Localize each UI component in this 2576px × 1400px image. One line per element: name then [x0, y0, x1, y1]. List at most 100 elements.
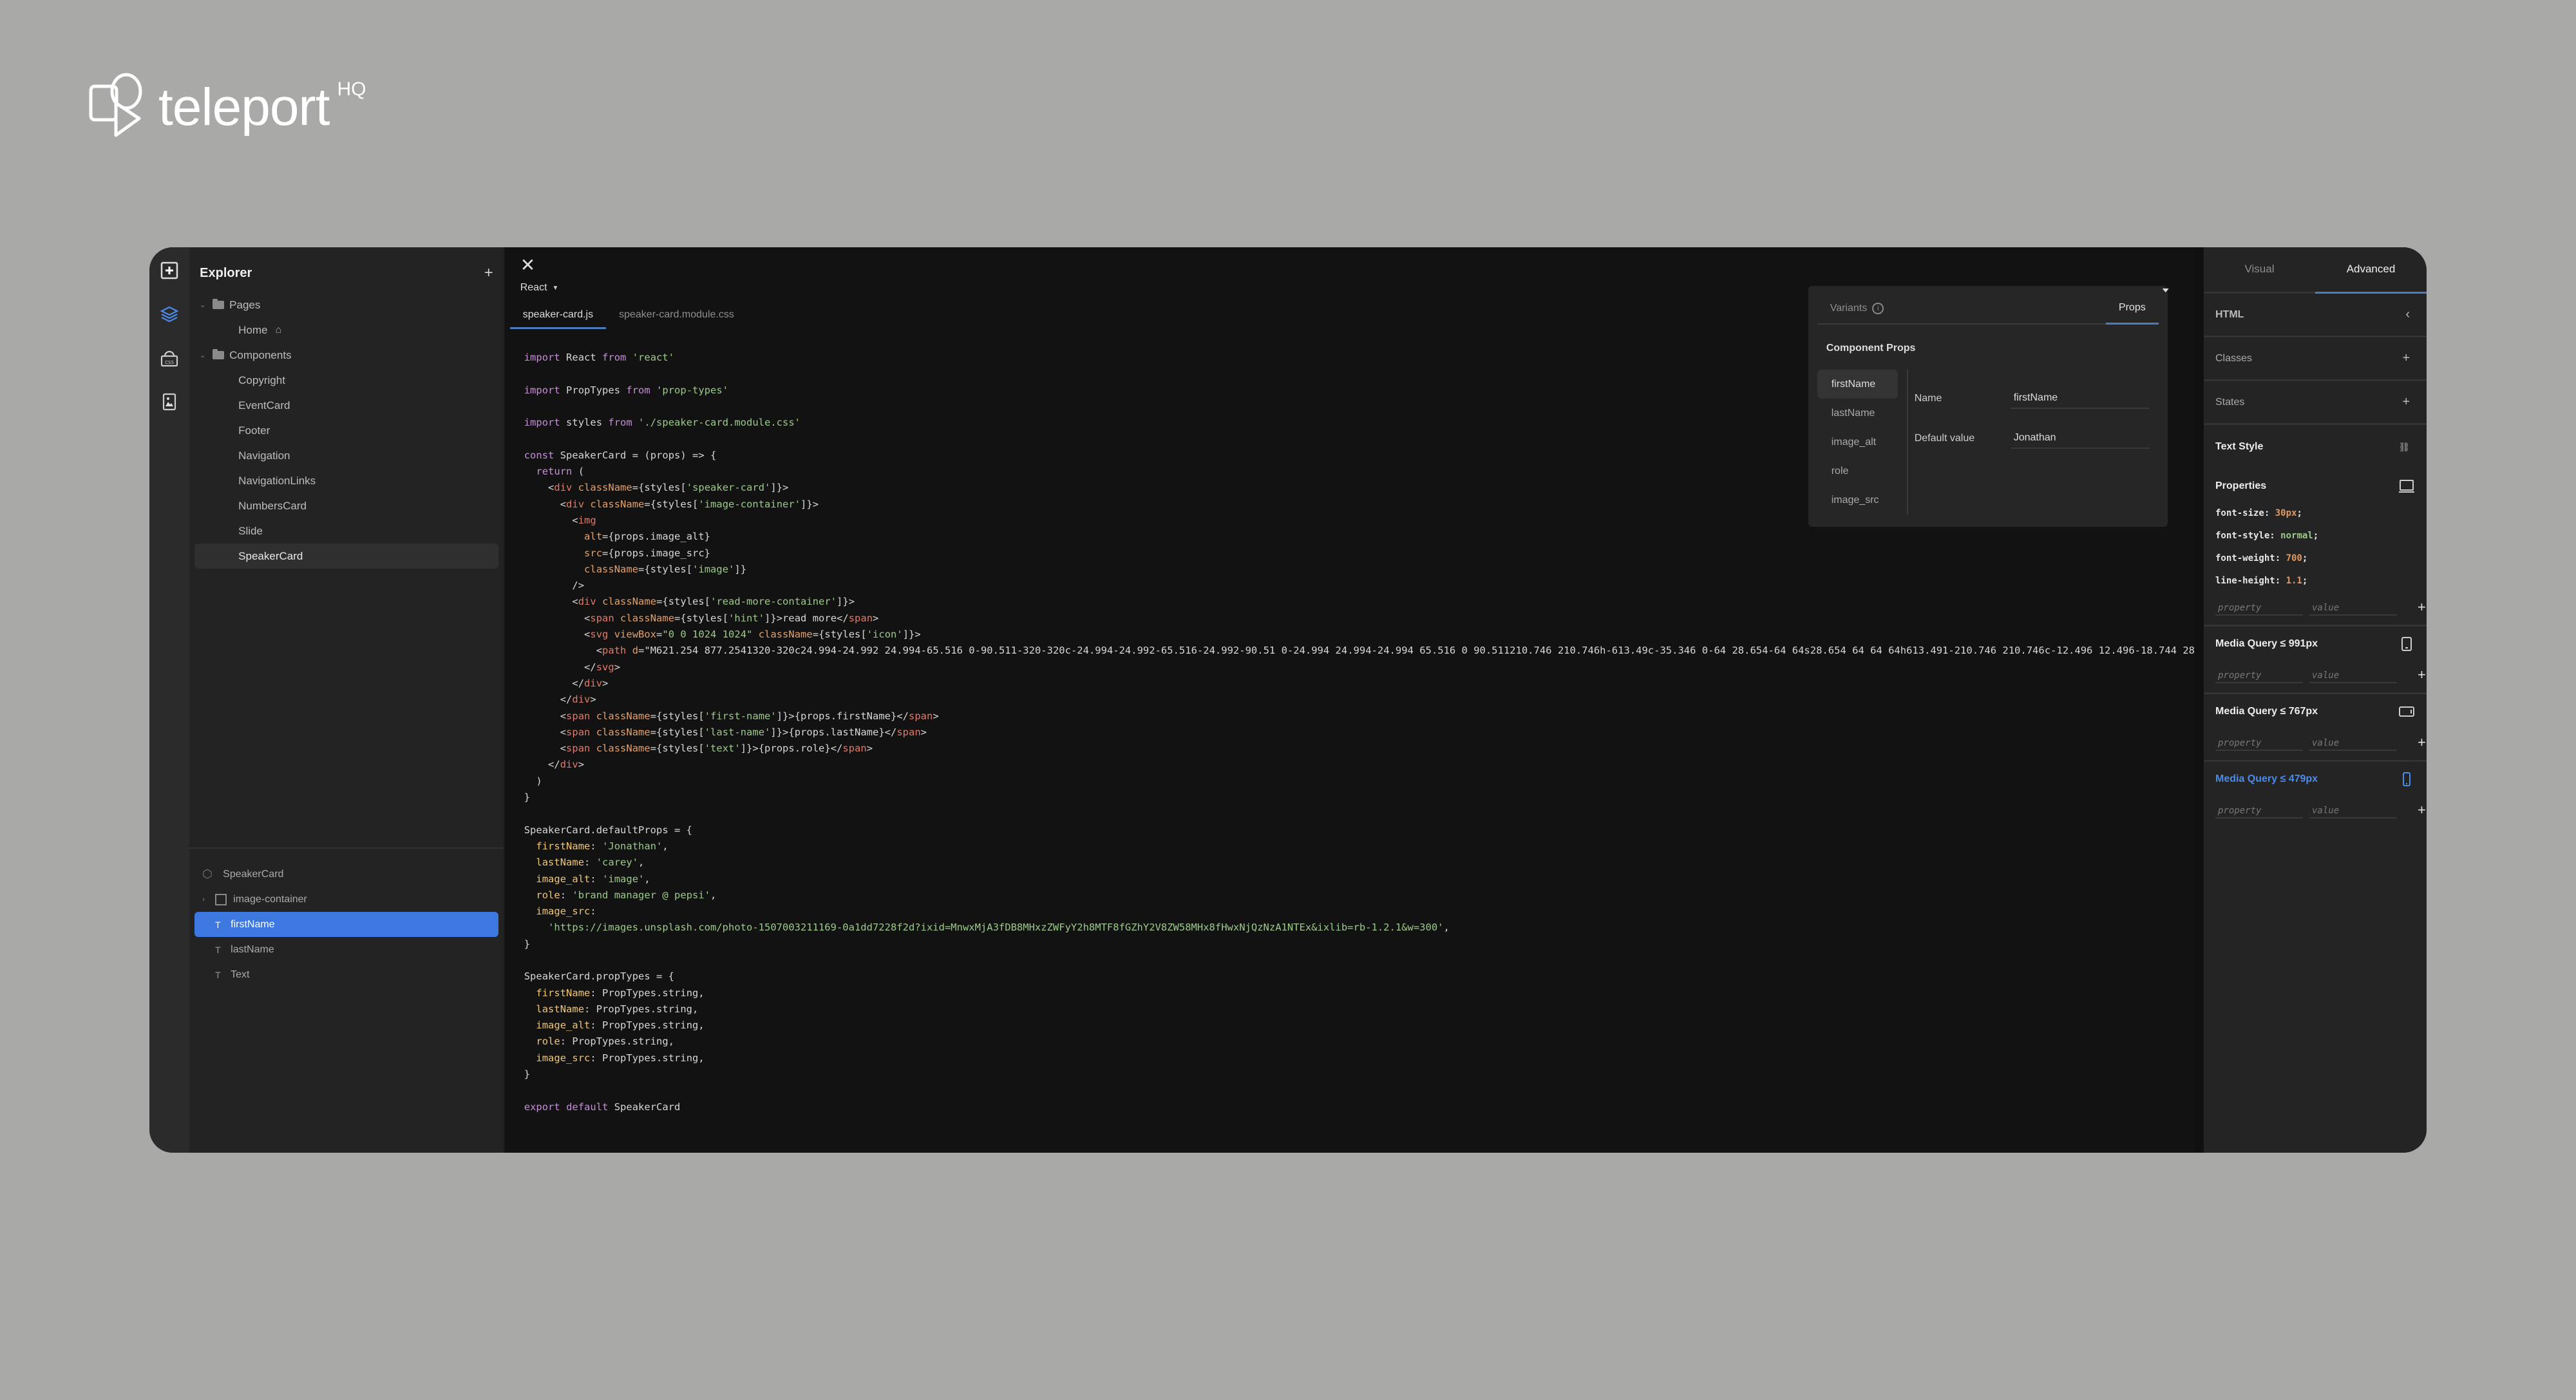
tab-props[interactable]: Props — [2105, 302, 2159, 325]
tab-variants[interactable]: Variants i — [1817, 303, 1897, 323]
link-icon[interactable]: ⛓ — [2398, 442, 2410, 453]
prop-item[interactable]: image_src — [1817, 486, 1898, 515]
brand-suffix: HQ — [337, 79, 366, 100]
desktop-icon[interactable] — [2398, 479, 2415, 493]
code-line: <svg viewBox="0 0 1024 1024" className={… — [524, 629, 921, 641]
tree-item-label: Navigation — [238, 449, 290, 462]
framework-label: React — [520, 282, 547, 293]
tab-speaker-card-js[interactable]: speaker-card.js — [509, 309, 607, 329]
code-line: </svg> — [524, 661, 621, 673]
css-property[interactable]: font-weight: 700; — [2215, 547, 2415, 570]
layers-button[interactable] — [159, 304, 180, 325]
tree-item-navigation[interactable]: Navigation — [194, 443, 498, 468]
folder-icon — [213, 299, 225, 309]
media-query-block-active: Media Query ≤ 479px + — [2204, 762, 2427, 828]
layers-tree: ⬡ SpeakerCard › image-container T firstN… — [189, 847, 504, 1153]
tree-item-navigationlinks[interactable]: NavigationLinks — [194, 468, 498, 493]
semicolon: ; — [2302, 553, 2308, 563]
tab-advanced[interactable]: Advanced — [2315, 247, 2427, 294]
code-line: </div> — [524, 677, 609, 689]
tab-visual[interactable]: Visual — [2204, 247, 2315, 292]
code-line: } — [524, 791, 531, 804]
layer-root[interactable]: ⬡ SpeakerCard — [194, 862, 498, 887]
code-line: firstName: PropTypes.string, — [536, 987, 705, 999]
add-property-button[interactable]: + — [2418, 734, 2426, 751]
layer-item[interactable]: T Text — [194, 962, 498, 987]
tree-item-copyright[interactable]: Copyright — [194, 368, 498, 393]
chevron-right-icon[interactable]: › — [202, 896, 213, 903]
tree-item-label: Slide — [238, 524, 263, 537]
close-icon[interactable]: ✕ — [520, 256, 2195, 274]
tablet-landscape-icon[interactable] — [2398, 705, 2415, 719]
value-input[interactable] — [2309, 669, 2397, 683]
tree-item-label: Home — [238, 323, 268, 336]
value-input[interactable] — [2309, 601, 2397, 616]
prop-item[interactable]: image_alt — [1817, 428, 1898, 457]
properties-title: Properties — [2215, 480, 2267, 491]
add-button[interactable] — [159, 260, 180, 281]
tree-item-footer[interactable]: Footer — [194, 418, 498, 443]
section-states[interactable]: States + — [2204, 381, 2427, 425]
layer-label: image-container — [233, 893, 307, 905]
layer-item[interactable]: › image-container — [194, 887, 498, 912]
tree-item-numberscard[interactable]: NumbersCard — [194, 493, 498, 518]
layer-item[interactable]: T firstName — [194, 912, 498, 937]
property-input[interactable] — [2215, 804, 2303, 818]
chevron-down-icon[interactable]: ⌄ — [200, 351, 210, 359]
folder-pages[interactable]: ⌄ Pages — [194, 292, 498, 317]
code-line: <span className={styles['first-name']}>{… — [524, 710, 939, 722]
prop-item[interactable]: firstName — [1817, 370, 1898, 399]
plus-icon[interactable]: + — [2402, 351, 2410, 366]
css-property[interactable]: font-style: normal; — [2215, 525, 2415, 547]
section-classes[interactable]: Classes + — [2204, 337, 2427, 381]
css-property-value: normal — [2280, 531, 2313, 541]
code-line: src={props.image_src} — [584, 547, 711, 559]
layer-item[interactable]: T lastName — [194, 937, 498, 962]
css-property[interactable]: font-size: 30px; — [2215, 502, 2415, 525]
semicolon: ; — [2302, 576, 2308, 586]
property-input[interactable] — [2215, 669, 2303, 683]
property-input[interactable] — [2215, 601, 2303, 616]
layer-label: lastName — [231, 943, 274, 955]
code-line: image_src: PropTypes.string, — [536, 1052, 705, 1064]
explorer-add-button[interactable]: + — [484, 264, 493, 282]
tree-item-eventcard[interactable]: EventCard — [194, 393, 498, 418]
semicolon: ; — [2313, 531, 2319, 541]
value-input[interactable] — [2309, 804, 2397, 818]
tab-label: Props — [2118, 302, 2146, 313]
chevron-left-icon[interactable]: ‹ — [2405, 307, 2410, 322]
prop-name-input[interactable] — [2011, 388, 2150, 409]
prop-default-value-input[interactable] — [2011, 428, 2150, 449]
property-input[interactable] — [2215, 737, 2303, 751]
add-icon — [160, 261, 178, 279]
chevron-down-icon[interactable]: ⌄ — [200, 301, 210, 309]
assets-button[interactable] — [159, 392, 180, 412]
properties-block: Properties font-size: 30px; font-style: n… — [2204, 469, 2427, 627]
folder-components[interactable]: ⌄ Components — [194, 343, 498, 368]
css-store-button[interactable]: CSS — [159, 348, 180, 368]
code-line: lastName: PropTypes.string, — [536, 1003, 699, 1015]
code-line: firstName: 'Jonathan', — [536, 840, 668, 852]
add-property-button[interactable]: + — [2418, 667, 2426, 683]
code-line: role: PropTypes.string, — [536, 1036, 675, 1048]
tree-item-speakercard[interactable]: SpeakerCard — [194, 544, 498, 569]
code-line: /> — [524, 580, 585, 592]
tab-speaker-card-css[interactable]: speaker-card.module.css — [606, 309, 747, 329]
plus-icon[interactable]: + — [2402, 395, 2410, 410]
value-input[interactable] — [2309, 737, 2397, 751]
tree-item-slide[interactable]: Slide — [194, 518, 498, 544]
prop-item[interactable]: role — [1817, 457, 1898, 486]
add-property-button[interactable]: + — [2418, 802, 2426, 818]
code-line: alt={props.image_alt} — [584, 531, 711, 543]
prop-item[interactable]: lastName — [1817, 399, 1898, 428]
add-property-button[interactable]: + — [2418, 599, 2426, 616]
tablet-icon[interactable] — [2398, 637, 2415, 651]
css-property[interactable]: line-height: 1.1; — [2215, 570, 2415, 592]
text-icon: T — [215, 919, 221, 930]
tree-item-home[interactable]: Home ⌂ — [194, 317, 498, 343]
mobile-icon[interactable] — [2398, 772, 2415, 786]
section-text-style[interactable]: Text Style ⛓ — [2204, 425, 2427, 469]
section-html[interactable]: HTML ‹ — [2204, 294, 2427, 337]
info-icon[interactable]: i — [1872, 303, 1884, 314]
